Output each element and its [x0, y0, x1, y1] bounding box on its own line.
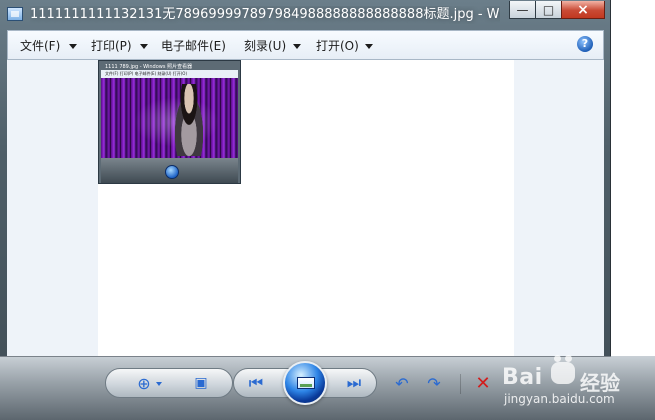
slideshow-button[interactable]	[283, 361, 327, 405]
slideshow-icon	[297, 377, 315, 389]
app-icon	[7, 7, 23, 21]
menu-burn[interactable]: 刻录(U)	[244, 37, 286, 55]
thumbnail-title: 1111 789.jpg - Windows 照片查看器	[105, 64, 193, 70]
fit-icon[interactable]: ▣	[187, 371, 215, 395]
menu-file[interactable]: 文件(F)	[20, 37, 60, 55]
minimize-button[interactable]: —	[509, 1, 536, 19]
menu-print[interactable]: 打印(P)	[91, 37, 132, 55]
window-caption-buttons: — □ ×	[509, 1, 605, 21]
window-title: 1111111111132131无78969999789798498888888…	[30, 7, 500, 22]
minimize-icon: —	[516, 2, 529, 17]
menu-print-chevron-down-icon[interactable]	[140, 44, 148, 49]
menu-burn-chevron-down-icon[interactable]	[293, 44, 301, 49]
thumbnail-menu-bar: 文件(F) 打印(P) 电子邮件(E) 刻录(U) 打开(O)	[101, 70, 238, 78]
desktop-background	[611, 0, 655, 356]
menu-bar: 文件(F) 打印(P) 电子邮件(E) 刻录(U) 打开(O) ?	[7, 30, 604, 60]
menu-file-chevron-down-icon[interactable]	[69, 44, 77, 49]
zoom-chevron-down-icon[interactable]	[156, 382, 162, 386]
toolbar-separator	[460, 374, 461, 394]
thumbnail-photo	[101, 78, 238, 158]
thumbnail-person	[171, 84, 207, 156]
rotate-left-icon[interactable]: ↶	[388, 371, 416, 395]
thumbnail-controls	[101, 158, 238, 183]
close-icon: ×	[577, 1, 589, 18]
title-bar[interactable]: 1111111111132131无78969999789798498888888…	[0, 0, 611, 30]
maximize-icon: □	[542, 2, 555, 17]
maximize-button[interactable]: □	[535, 1, 562, 19]
viewer-toolbar: ⊕ ▣ ⏮ ⏭ ↶ ↷ ✕	[0, 356, 655, 420]
help-icon[interactable]: ?	[577, 36, 593, 52]
menu-open[interactable]: 打开(O)	[316, 37, 359, 55]
thumbnail-slideshow-icon	[165, 165, 179, 179]
close-button[interactable]: ×	[561, 1, 605, 19]
delete-icon[interactable]: ✕	[470, 371, 496, 395]
zoom-icon[interactable]: ⊕	[130, 371, 158, 395]
image-viewport[interactable]: 1111 789.jpg - Windows 照片查看器 文件(F) 打印(P)…	[7, 60, 604, 356]
menu-email[interactable]: 电子邮件(E)	[161, 37, 226, 55]
menu-open-chevron-down-icon[interactable]	[365, 44, 373, 49]
previous-icon[interactable]: ⏮	[242, 371, 270, 395]
next-icon[interactable]: ⏭	[340, 371, 368, 395]
rotate-right-icon[interactable]: ↷	[420, 371, 448, 395]
thumbnail-menu-text: 文件(F) 打印(P) 电子邮件(E) 刻录(U) 打开(O)	[105, 71, 188, 76]
embedded-screenshot-thumbnail: 1111 789.jpg - Windows 照片查看器 文件(F) 打印(P)…	[98, 60, 241, 184]
